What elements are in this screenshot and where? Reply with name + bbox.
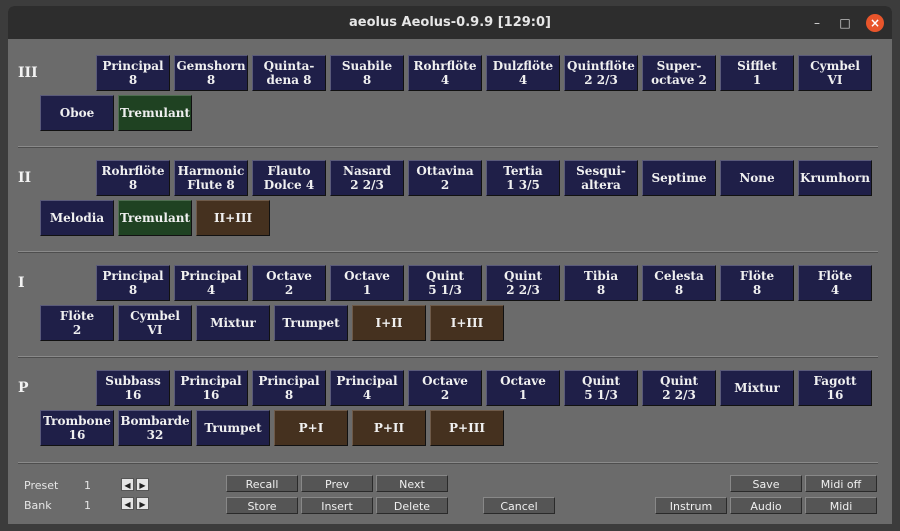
stop-button[interactable]: Mixtur bbox=[720, 370, 794, 406]
section-divider bbox=[18, 251, 878, 253]
coupler-button[interactable]: P+II bbox=[352, 410, 426, 446]
instrum-button[interactable]: Instrum bbox=[655, 497, 727, 514]
stop-button[interactable]: Tibia 8 bbox=[564, 265, 638, 301]
stop-button[interactable]: Octave 2 bbox=[252, 265, 326, 301]
maximize-icon[interactable]: □ bbox=[836, 14, 854, 32]
stop-button[interactable]: Super- octave 2 bbox=[642, 55, 716, 91]
save-button[interactable]: Save bbox=[730, 475, 802, 492]
stop-button[interactable]: Principal 8 bbox=[96, 55, 170, 91]
stop-button[interactable]: Octave 2 bbox=[408, 370, 482, 406]
stop-button[interactable]: Mixtur bbox=[196, 305, 270, 341]
stop-button[interactable]: Tertia 1 3/5 bbox=[486, 160, 560, 196]
coupler-button[interactable]: I+III bbox=[430, 305, 504, 341]
preset-value: 1 bbox=[84, 479, 91, 492]
stop-button[interactable]: Celesta 8 bbox=[642, 265, 716, 301]
preset-prev-icon[interactable]: ◀ bbox=[121, 478, 134, 491]
stop-button[interactable]: Quint 2 2/3 bbox=[642, 370, 716, 406]
division-label: II bbox=[18, 170, 32, 186]
title-bar: aeolus Aeolus-0.9.9 [129:0] – □ × bbox=[8, 6, 892, 39]
coupler-button[interactable]: P+I bbox=[274, 410, 348, 446]
bank-next-icon[interactable]: ▶ bbox=[136, 497, 149, 510]
stop-button[interactable]: Principal 16 bbox=[174, 370, 248, 406]
stop-button[interactable]: Harmonic Flute 8 bbox=[174, 160, 248, 196]
stop-button[interactable]: Trombone 16 bbox=[40, 410, 114, 446]
stop-button[interactable]: Flöte 8 bbox=[720, 265, 794, 301]
stop-button[interactable]: Gemshorn 8 bbox=[174, 55, 248, 91]
stop-button[interactable]: Quint 5 1/3 bbox=[408, 265, 482, 301]
midi-off-button[interactable]: Midi off bbox=[805, 475, 877, 492]
midi-button[interactable]: Midi bbox=[805, 497, 877, 514]
prev-button[interactable]: Prev bbox=[301, 475, 373, 492]
stop-button[interactable]: Flöte 4 bbox=[798, 265, 872, 301]
section-divider bbox=[18, 356, 878, 358]
stop-button[interactable]: Ottavina 2 bbox=[408, 160, 482, 196]
stop-button[interactable]: Flauto Dolce 4 bbox=[252, 160, 326, 196]
stop-button[interactable]: Flöte 2 bbox=[40, 305, 114, 341]
stop-button[interactable]: Octave 1 bbox=[330, 265, 404, 301]
stop-button[interactable]: Dulzflöte 4 bbox=[486, 55, 560, 91]
bank-prev-icon[interactable]: ◀ bbox=[121, 497, 134, 510]
stop-button[interactable]: Bombarde 32 bbox=[118, 410, 192, 446]
stop-button[interactable]: Subbass 16 bbox=[96, 370, 170, 406]
section-divider bbox=[18, 462, 878, 464]
bank-label: Bank bbox=[24, 499, 52, 512]
stop-button[interactable]: Quinta- dena 8 bbox=[252, 55, 326, 91]
stop-button[interactable]: Principal 8 bbox=[96, 265, 170, 301]
stop-button[interactable]: None bbox=[720, 160, 794, 196]
stop-button[interactable]: Rohrflöte 8 bbox=[96, 160, 170, 196]
stop-button[interactable]: Suabile 8 bbox=[330, 55, 404, 91]
tremulant-button[interactable]: Tremulant bbox=[118, 200, 192, 236]
stop-button[interactable]: Sesqui- altera bbox=[564, 160, 638, 196]
cancel-button[interactable]: Cancel bbox=[483, 497, 555, 514]
stop-button[interactable]: Melodia bbox=[40, 200, 114, 236]
section-divider bbox=[18, 146, 878, 148]
stop-button[interactable]: Principal 4 bbox=[174, 265, 248, 301]
stop-button[interactable]: Quintflöte 2 2/3 bbox=[564, 55, 638, 91]
aeolus-window: aeolus Aeolus-0.9.9 [129:0] – □ × III Pri… bbox=[8, 6, 892, 524]
next-button[interactable]: Next bbox=[376, 475, 448, 492]
close-icon[interactable]: × bbox=[866, 14, 884, 32]
preset-next-icon[interactable]: ▶ bbox=[136, 478, 149, 491]
stop-button[interactable]: Septime bbox=[642, 160, 716, 196]
tremulant-button[interactable]: Tremulant bbox=[118, 95, 192, 131]
preset-label: Preset bbox=[24, 479, 59, 492]
division-label: III bbox=[18, 65, 38, 81]
stop-button[interactable]: Cymbel VI bbox=[798, 55, 872, 91]
window-title: aeolus Aeolus-0.9.9 [129:0] bbox=[349, 15, 551, 30]
stop-button[interactable]: Krumhorn bbox=[798, 160, 872, 196]
coupler-button[interactable]: II+III bbox=[196, 200, 270, 236]
division-label: I bbox=[18, 275, 25, 291]
stop-button[interactable]: Trumpet bbox=[196, 410, 270, 446]
stop-button[interactable]: Quint 5 1/3 bbox=[564, 370, 638, 406]
stop-button[interactable]: Principal 8 bbox=[252, 370, 326, 406]
stop-button[interactable]: Rohrflöte 4 bbox=[408, 55, 482, 91]
coupler-button[interactable]: I+II bbox=[352, 305, 426, 341]
stop-button[interactable]: Quint 2 2/3 bbox=[486, 265, 560, 301]
coupler-button[interactable]: P+III bbox=[430, 410, 504, 446]
stop-button[interactable]: Nasard 2 2/3 bbox=[330, 160, 404, 196]
insert-button[interactable]: Insert bbox=[301, 497, 373, 514]
store-button[interactable]: Store bbox=[226, 497, 298, 514]
stop-button[interactable]: Principal 4 bbox=[330, 370, 404, 406]
stop-button[interactable]: Octave 1 bbox=[486, 370, 560, 406]
delete-button[interactable]: Delete bbox=[376, 497, 448, 514]
stop-button[interactable]: Oboe bbox=[40, 95, 114, 131]
division-label: P bbox=[18, 380, 29, 396]
stop-button[interactable]: Fagott 16 bbox=[798, 370, 872, 406]
stop-button[interactable]: Sifflet 1 bbox=[720, 55, 794, 91]
recall-button[interactable]: Recall bbox=[226, 475, 298, 492]
bank-value: 1 bbox=[84, 499, 91, 512]
stop-button[interactable]: Cymbel VI bbox=[118, 305, 192, 341]
minimize-icon[interactable]: – bbox=[808, 14, 826, 32]
stop-button[interactable]: Trumpet bbox=[274, 305, 348, 341]
audio-button[interactable]: Audio bbox=[730, 497, 802, 514]
